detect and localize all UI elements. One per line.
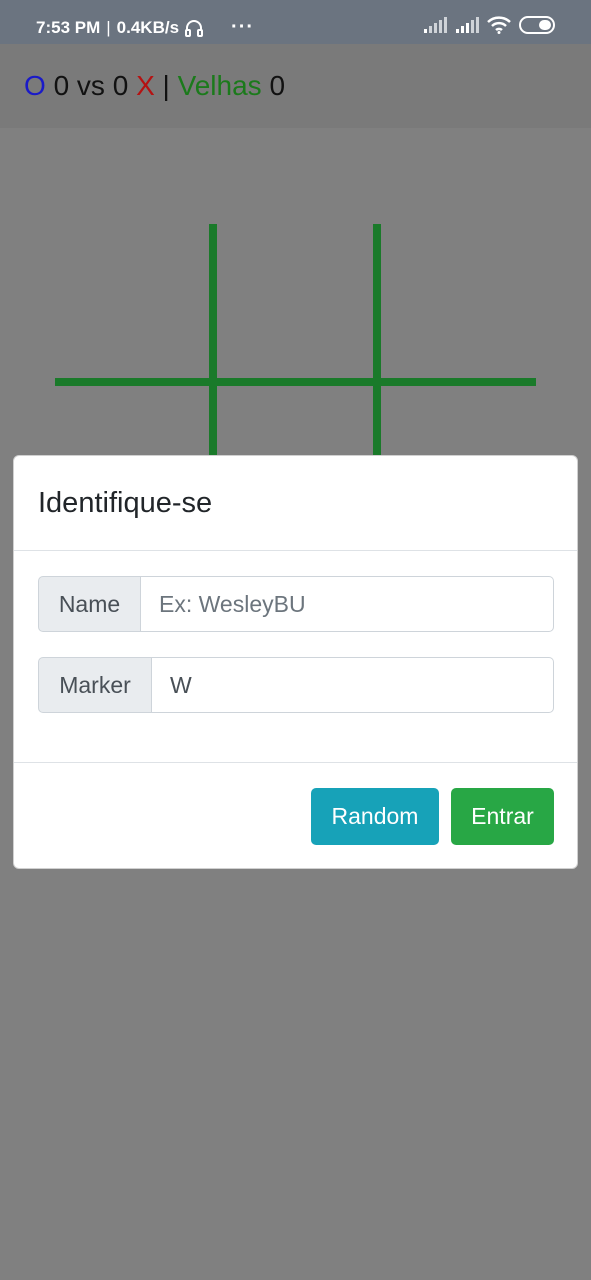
marker-input-group: Marker (38, 657, 554, 713)
modal-title: Identifique-se (38, 487, 213, 519)
wifi-icon (487, 16, 511, 39)
status-time: 7:53 PM (36, 17, 101, 37)
modal-footer: Random Entrar (14, 762, 577, 870)
vs-label: vs (76, 70, 105, 101)
board-horizontal-line-top (55, 378, 536, 386)
enter-button[interactable]: Entrar (451, 788, 554, 845)
modal-header: Identifique-se (14, 456, 577, 551)
score-bar: O 0 vs 0 X | Velhas 0 (0, 44, 591, 128)
network-speed: 0.4KB/s (116, 17, 180, 37)
signal-icon (423, 17, 447, 38)
name-input[interactable] (141, 576, 554, 632)
scoreboard: O 0 vs 0 X | Velhas 0 (24, 70, 285, 102)
score-separator: | (162, 70, 170, 101)
velhas-label: Velhas (177, 70, 262, 101)
status-bar: 7:53 PM | 0.4KB/s ··· (0, 0, 591, 44)
board-vertical-line-right (373, 224, 381, 464)
x-player-label: X (136, 70, 155, 101)
battery-icon (519, 16, 557, 39)
status-separator: | (106, 17, 111, 37)
name-label: Name (38, 576, 141, 632)
name-input-group: Name (38, 576, 554, 632)
marker-input[interactable] (152, 657, 554, 713)
more-notifications-icon: ··· (231, 16, 255, 38)
random-button[interactable]: Random (311, 788, 439, 845)
o-player-label: O (24, 70, 46, 101)
identify-modal: Identifique-se Name Marker Random Entrar (13, 455, 578, 869)
headphones-icon (185, 19, 204, 37)
marker-label: Marker (38, 657, 152, 713)
status-left: 7:53 PM | 0.4KB/s ··· (36, 16, 254, 39)
velhas-score: 0 (269, 70, 286, 101)
x-score: 0 (112, 70, 129, 101)
status-right (423, 16, 557, 39)
signal-icon (455, 17, 479, 38)
board-vertical-line-left (209, 224, 217, 464)
o-score: 0 (53, 70, 70, 101)
